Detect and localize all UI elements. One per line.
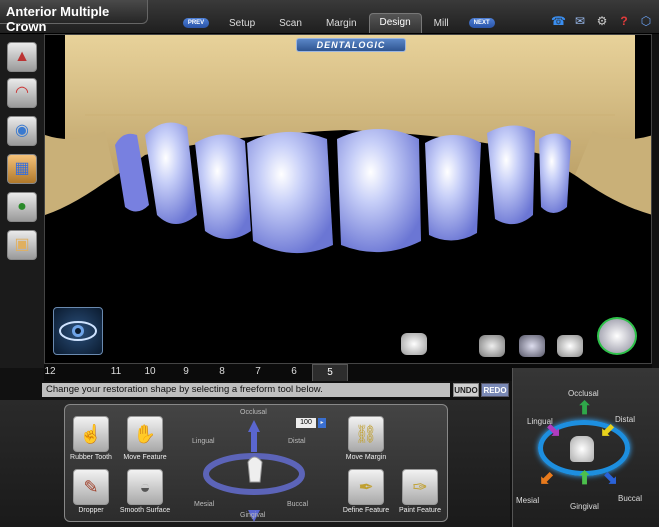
left-toolbar: ▲ ◠ ◉ ▦ ● ▣ [0,34,44,368]
smooth-surface-button[interactable]: ◒ [127,469,163,505]
teeth-icon: ▦ [14,160,30,177]
tooth-number-tab[interactable]: 6 [282,366,306,377]
3d-viewport[interactable]: DENTALOGIC [44,34,652,364]
arch-icon: ◠ [15,84,29,101]
phone-icon[interactable]: ☎ [551,14,566,28]
crown-setup-tool[interactable]: ▲ [7,42,37,72]
scan-icon: ◉ [15,122,29,139]
undo-button[interactable]: UNDO [453,383,479,397]
single-tooth-view-icon[interactable] [401,333,427,355]
orientation-tooth-icon [570,436,594,462]
smooth-icon: ◒ [139,477,151,497]
define-feature-button[interactable]: ✒ [348,469,384,505]
tooth-number-tab[interactable]: 7 [246,366,270,377]
gingival-arrow-icon[interactable]: ⬆ [577,468,592,489]
crown-icon: ▲ [14,48,30,65]
tab-mill[interactable]: Mill [422,15,461,32]
tooth-number-tab[interactable]: 12 [38,366,62,377]
brush-icon: ✑ [412,477,428,497]
rubber-tooth-label: Rubber Tooth [70,454,112,461]
paint-feature-button[interactable]: ✑ [402,469,438,505]
move-margin-button[interactable]: ⛓ [348,416,384,452]
proposal-tool[interactable]: ▦ [7,154,37,184]
orient-buccal-label: Buccal [618,494,643,503]
tooth-number-tab-active[interactable]: 5 [312,364,348,381]
dropper-label: Dropper [78,507,104,514]
workflow-nav: PREV Setup Scan Margin Design Mill NEXT [175,13,503,33]
dropper-icon: ✎ [83,477,99,497]
orient-mesial-label: Mesial [516,496,540,505]
mesial-arrow-icon[interactable]: ⬋ [539,468,554,489]
gingival-label: Gingival [240,512,266,519]
distal-label: Distal [288,438,306,445]
finger-icon: ☝ [79,424,103,444]
tooth-icon: ▣ [14,236,30,253]
app-title: Anterior Multiple Crown [0,0,148,34]
step-value-field[interactable]: 100 [296,418,316,428]
orient-distal-label: Distal [615,415,636,424]
orient-occlusal-label: Occlusal [568,389,599,398]
lingual-arrow-icon[interactable]: ⬊ [546,420,561,441]
orient-gingival-label: Gingival [570,502,599,511]
tab-scan[interactable]: Scan [267,15,314,32]
arch-tool[interactable]: ◠ [7,78,37,108]
status-message: Change your restoration shape by selecti… [42,383,450,397]
paint-feature-label: Paint Feature [398,507,442,514]
settings-icon[interactable]: ⚙ [595,14,609,28]
crown-view-icon[interactable] [557,335,583,357]
margin-icon: ⛓ [354,424,378,444]
define-icon: ✒ [358,477,374,497]
top-bar: Anterior Multiple Crown PREV Setup Scan … [0,0,659,34]
tab-setup[interactable]: Setup [217,15,267,32]
move-margin-label: Move Margin [345,454,387,461]
scan-tool[interactable]: ◉ [7,116,37,146]
step-increment-button[interactable]: ▸ [318,418,326,428]
next-button[interactable]: NEXT [468,18,495,28]
move-feature-label: Move Feature [123,454,167,461]
mesial-label: Mesial [194,501,215,508]
distal-arrow-icon[interactable]: ⬋ [600,420,615,441]
tooth-number-tab[interactable]: 9 [174,366,198,377]
tab-margin[interactable]: Margin [314,15,369,32]
dental-model [45,35,651,254]
exit-icon[interactable]: ⬡ [639,14,653,28]
move-feature-button[interactable]: ✋ [127,416,163,452]
help-icon[interactable]: ? [617,14,631,28]
occlusal-label: Occlusal [240,409,267,416]
system-icons: ☎ ✉ ⚙ ? ⬡ [551,14,653,28]
color-tool[interactable]: ● [7,192,37,222]
hand-icon: ✋ [133,424,157,444]
smooth-surface-label: Smooth Surface [119,507,171,514]
single-tooth-tool[interactable]: ▣ [7,230,37,260]
lingual-label: Lingual [192,438,215,445]
bridge-view-icon[interactable] [479,335,505,357]
palette-icon: ● [17,198,27,215]
brand-logo: DENTALOGIC [296,38,406,52]
buccal-arrow-icon[interactable]: ⬊ [603,468,618,489]
redo-button[interactable]: REDO [481,383,509,397]
dropper-button[interactable]: ✎ [73,469,109,505]
buccal-label: Buccal [287,501,309,508]
mail-icon[interactable]: ✉ [573,14,587,28]
define-feature-label: Define Feature [342,507,390,514]
tab-design[interactable]: Design [368,13,422,33]
rubber-tooth-button[interactable]: ☝ [73,416,109,452]
occlusion-view-icon[interactable] [519,335,545,357]
occlusal-arrow-icon[interactable]: ⬆ [577,398,592,419]
prev-button[interactable]: PREV [183,18,209,28]
eye-icon [59,321,97,341]
tooth-number-tab[interactable]: 10 [138,366,162,377]
tooth-number-tab[interactable]: 11 [104,366,128,377]
visibility-toggle-button[interactable] [53,307,103,355]
tooth-number-tab[interactable]: 8 [210,366,234,377]
rotate-view-icon[interactable] [597,317,637,355]
